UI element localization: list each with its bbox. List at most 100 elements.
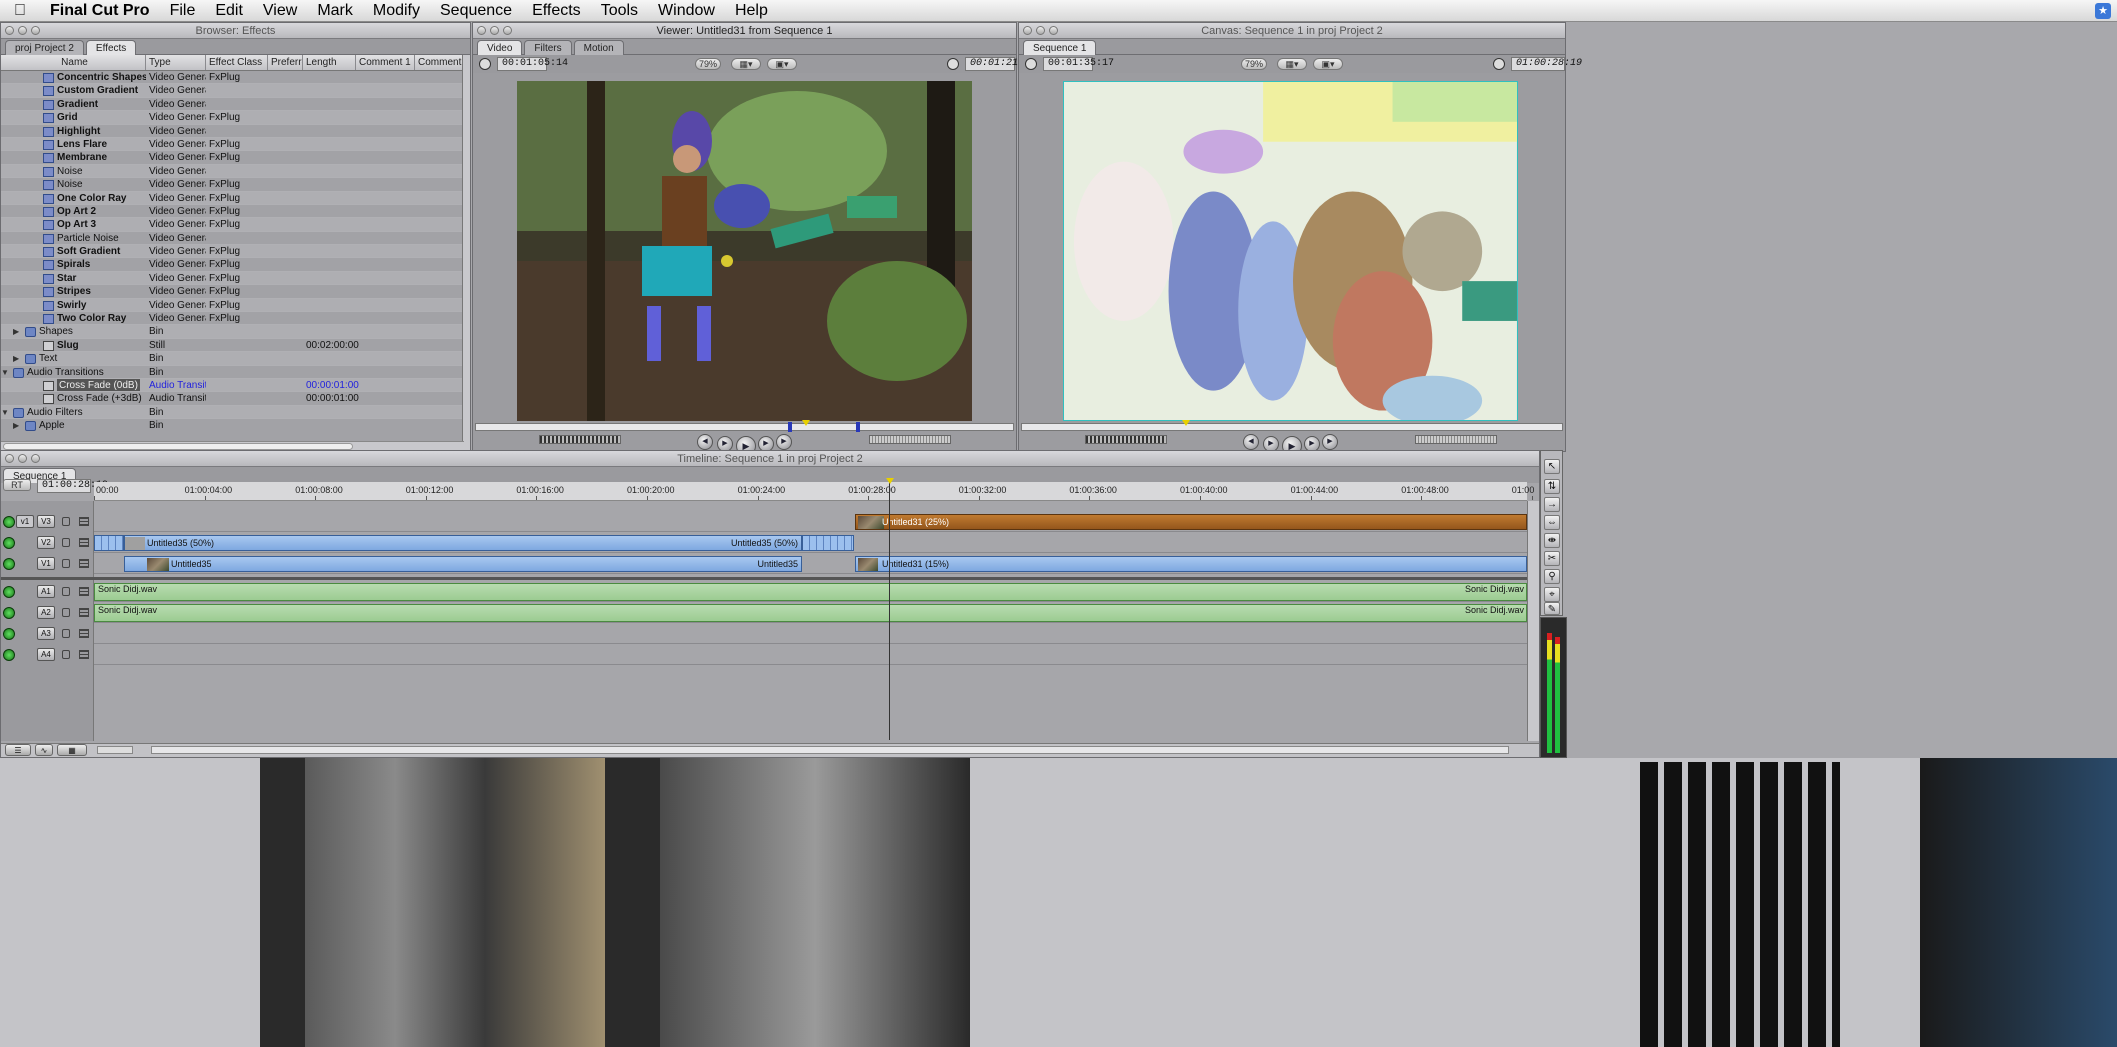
clip-v2-transitions-b[interactable] [802, 535, 854, 551]
lock-icon[interactable] [62, 608, 70, 617]
zoom-icon[interactable] [1049, 26, 1058, 35]
auto-select-icon[interactable] [79, 517, 89, 526]
zoom-icon[interactable] [503, 26, 512, 35]
minimize-icon[interactable] [1036, 26, 1045, 35]
track-label[interactable]: V1 [37, 557, 55, 570]
browser-row[interactable]: ▶ Shapes Bin [1, 325, 464, 339]
track-visibility-icon[interactable] [3, 607, 15, 619]
playhead-marker[interactable] [1182, 420, 1190, 426]
track-label[interactable]: A4 [37, 648, 55, 661]
track-visibility-icon[interactable] [3, 558, 15, 570]
browser-row[interactable]: Star Video GeneratorFxPlug [1, 271, 464, 286]
browser-row[interactable]: Slug Still 00:02:00:00 [1, 339, 464, 353]
lock-icon[interactable] [62, 559, 70, 568]
view-popup-icon[interactable]: ▦▾ [1277, 58, 1307, 70]
slip-tool-icon[interactable]: ⇼ [1544, 533, 1560, 548]
zoom-popup[interactable]: 79% [1241, 58, 1267, 70]
browser-row[interactable]: Lens Flare Video GeneratorFxPlug [1, 137, 464, 152]
minimize-icon[interactable] [18, 454, 27, 463]
browser-row[interactable]: Noise Video Generator [1, 164, 464, 179]
menu-mark[interactable]: Mark [307, 2, 363, 20]
col-type[interactable]: Type [146, 55, 206, 70]
lock-icon[interactable] [62, 517, 70, 526]
tab-video[interactable]: Video [477, 40, 523, 55]
lock-icon[interactable] [62, 538, 70, 547]
minimize-icon[interactable] [18, 26, 27, 35]
jog-control[interactable] [1415, 435, 1497, 444]
go-to-out-icon[interactable]: ▶ [776, 434, 792, 450]
menu-modify[interactable]: Modify [363, 2, 430, 20]
tab-sequence-1[interactable]: Sequence 1 [1023, 40, 1097, 55]
roll-tool-icon[interactable]: ⇔ [1544, 515, 1560, 530]
browser-row[interactable]: Highlight Video Generator [1, 125, 464, 138]
track-visibility-icon[interactable] [3, 537, 15, 549]
browser-row[interactable]: Spirals Video GeneratorFxPlug [1, 258, 464, 272]
col-comment-2[interactable]: Comment 2 [415, 55, 464, 70]
auto-select-icon[interactable] [79, 629, 89, 638]
track-visibility-icon[interactable] [3, 586, 15, 598]
browser-row[interactable]: Grid Video GeneratorFxPlug [1, 111, 464, 125]
viewer-duration[interactable]: 00:01:05:14 [497, 57, 568, 71]
zoom-popup[interactable]: 79% [695, 58, 721, 70]
menu-extra-icon[interactable]: ★ [2095, 3, 2111, 19]
clip-v2-a[interactable]: Untitled35 (50%) Untitled35 (50%) [124, 535, 802, 551]
viewer-current-timecode[interactable]: 00:01:21:24 [965, 57, 1036, 71]
auto-select-icon[interactable] [79, 650, 89, 659]
zoom-icon[interactable] [31, 454, 40, 463]
selection-tool-icon[interactable]: ↖ [1544, 459, 1560, 474]
browser-row[interactable]: Op Art 2 Video GeneratorFxPlug [1, 205, 464, 219]
track-visibility-icon[interactable] [3, 516, 15, 528]
auto-select-icon[interactable] [79, 608, 89, 617]
canvas-video-frame[interactable] [1063, 81, 1518, 421]
browser-row[interactable]: ▼ Audio Transitions Bin [1, 366, 464, 379]
close-icon[interactable] [477, 26, 486, 35]
col-effect-class[interactable]: Effect Class [206, 55, 268, 70]
track-visibility-icon[interactable] [3, 628, 15, 640]
tab-project[interactable]: proj Project 2 [5, 40, 84, 55]
clip-v2-transitions[interactable] [94, 535, 124, 551]
track-visibility-icon[interactable] [3, 649, 15, 661]
jog-control[interactable] [869, 435, 951, 444]
col-preferred[interactable]: Preferred [268, 55, 303, 70]
browser-row[interactable]: ▼ Audio Filters Bin [1, 405, 464, 420]
zoom-slider[interactable] [97, 746, 133, 754]
browser-row[interactable]: Custom Gradient Video Generator [1, 84, 464, 98]
lock-icon[interactable] [62, 629, 70, 638]
track-height-icon[interactable]: ☰ [5, 744, 31, 756]
timeline-vertical-scrollbar[interactable] [1527, 501, 1539, 741]
track-layout-icon[interactable]: ▦ [57, 744, 87, 756]
shuttle-control[interactable] [539, 435, 621, 444]
go-to-in-icon[interactable]: ◀ [697, 434, 713, 450]
browser-row[interactable]: ▶ Text Bin [1, 352, 464, 366]
clip-v1-a[interactable]: Untitled35 Untitled35 [124, 556, 802, 572]
viewer-video-frame[interactable] [517, 81, 972, 421]
browser-row[interactable]: Membrane Video GeneratorFxPlug [1, 151, 464, 165]
out-point-marker[interactable] [856, 422, 860, 432]
overlay-popup-icon[interactable]: ▣▾ [1313, 58, 1343, 70]
timeline-timecode[interactable]: 01:00:28:19 [37, 479, 108, 493]
track-label[interactable]: V3 [37, 515, 55, 528]
menu-edit[interactable]: Edit [205, 2, 253, 20]
track-label[interactable]: A2 [37, 606, 55, 619]
menu-file[interactable]: File [160, 2, 206, 20]
disclosure-open-icon[interactable]: ▼ [1, 406, 9, 418]
canvas-scrubber[interactable] [1021, 420, 1563, 431]
browser-row[interactable]: Concentric ShapesVideo GeneratorFxPlug [1, 71, 464, 85]
close-icon[interactable] [1023, 26, 1032, 35]
scroll-thumb[interactable] [3, 443, 353, 450]
auto-select-icon[interactable] [79, 538, 89, 547]
zoom-icon[interactable] [31, 26, 40, 35]
browser-row[interactable]: Cross Fade (+3dB) Audio Transition 00:00:0… [1, 392, 464, 406]
clip-a1[interactable]: Sonic Didj.wav Sonic Didj.wav [94, 583, 1527, 601]
clip-v3[interactable]: Untitled31 (25%) [855, 514, 1527, 530]
shuttle-control[interactable] [1085, 435, 1167, 444]
playhead-handle-icon[interactable] [886, 478, 894, 484]
overlay-popup-icon[interactable]: ▣▾ [767, 58, 797, 70]
browser-row[interactable]: ▶ Apple Bin [1, 419, 464, 431]
browser-row[interactable]: One Color Ray Video GeneratorFxPlug [1, 191, 464, 205]
rt-popup[interactable]: RT [3, 479, 31, 491]
close-icon[interactable] [5, 26, 14, 35]
browser-row[interactable]: Two Color Ray Video GeneratorFxPlug [1, 312, 464, 326]
apple-menu-icon[interactable]:  [0, 2, 40, 20]
go-to-out-icon[interactable]: ▶ [1322, 434, 1338, 450]
